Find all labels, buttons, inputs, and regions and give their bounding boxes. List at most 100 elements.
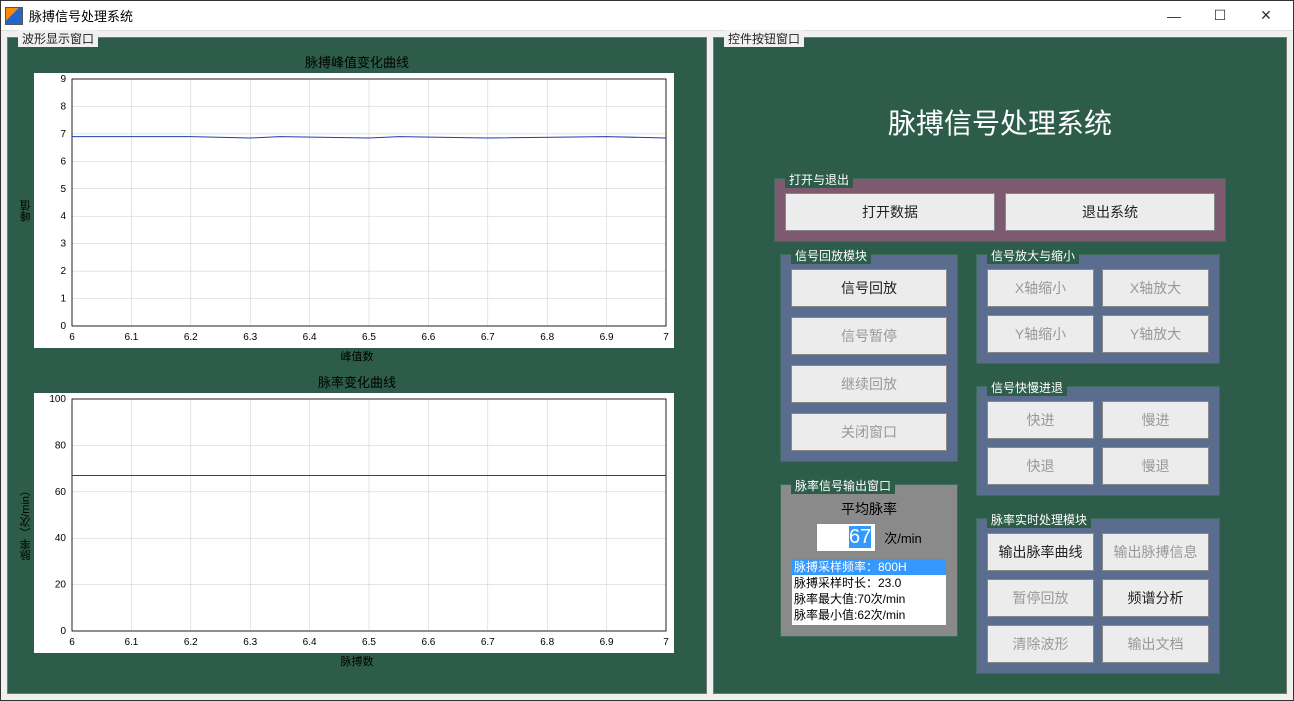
close-window-button[interactable]: 关闭窗口 (791, 413, 947, 451)
open-exit-group: 打开与退出 打开数据 退出系统 (774, 178, 1226, 242)
chart-peak-xlabel: 峰值数 (341, 348, 374, 364)
app-icon (5, 7, 23, 25)
list-item[interactable]: 脉搏采样频率：800H (792, 559, 946, 575)
control-panel-legend: 控件按钮窗口 (724, 30, 804, 47)
y-enlarge-button[interactable]: Y轴放大 (1102, 315, 1209, 353)
chart-rate-title: 脉率变化曲线 (318, 372, 396, 391)
svg-text:6.6: 6.6 (421, 637, 435, 648)
window-title: 脉搏信号处理系统 (29, 6, 133, 25)
spectrum-analysis-button[interactable]: 频谱分析 (1102, 579, 1209, 617)
speed-group: 信号快慢进退 快进 慢进 快退 慢退 (976, 386, 1220, 496)
svg-text:7: 7 (663, 332, 669, 343)
svg-text:9: 9 (60, 74, 66, 85)
playback-legend: 信号回放模块 (791, 247, 871, 264)
svg-text:6.1: 6.1 (124, 637, 138, 648)
svg-text:6: 6 (69, 332, 75, 343)
realtime-legend: 脉率实时处理模块 (987, 511, 1091, 528)
clear-waveform-button[interactable]: 清除波形 (987, 625, 1094, 663)
playback-group: 信号回放模块 信号回放 信号暂停 继续回放 关闭窗口 (780, 254, 958, 462)
info-listbox[interactable]: 脉搏采样频率：800H 脉搏采样时长：23.0 脉率最大值:70次/min 脉率… (791, 558, 947, 626)
output-rate-curve-button[interactable]: 输出脉率曲线 (987, 533, 1094, 571)
svg-text:0: 0 (60, 321, 66, 332)
svg-text:6.9: 6.9 (600, 637, 614, 648)
signal-resume-button[interactable]: 继续回放 (791, 365, 947, 403)
svg-text:6.8: 6.8 (540, 332, 554, 343)
x-shrink-button[interactable]: X轴缩小 (987, 269, 1094, 307)
svg-text:6.6: 6.6 (421, 332, 435, 343)
close-button[interactable]: ✕ (1243, 1, 1289, 31)
y-shrink-button[interactable]: Y轴缩小 (987, 315, 1094, 353)
list-item[interactable]: 脉率最小值:62次/min (792, 607, 946, 623)
svg-text:3: 3 (60, 239, 66, 250)
realtime-group: 脉率实时处理模块 输出脉率曲线 输出脉搏信息 暂停回放 频谱分析 清除波形 输出… (976, 518, 1220, 674)
exit-system-button[interactable]: 退出系统 (1005, 193, 1215, 231)
signal-pause-button[interactable]: 信号暂停 (791, 317, 947, 355)
svg-text:5: 5 (60, 184, 66, 195)
avg-rate-unit: 次/min (884, 528, 922, 547)
svg-text:6.7: 6.7 (481, 637, 495, 648)
svg-text:80: 80 (55, 440, 67, 451)
svg-text:7: 7 (663, 637, 669, 648)
speed-legend: 信号快慢进退 (987, 379, 1067, 396)
output-legend: 脉率信号输出窗口 (791, 477, 895, 494)
chart-rate-wrap: 脉率变化曲线 脉率（次/min） 66.16.26.36.46.56.66.76… (18, 372, 696, 683)
svg-text:6.3: 6.3 (243, 332, 257, 343)
svg-text:4: 4 (60, 211, 66, 222)
avg-rate-value[interactable]: 67 (816, 523, 876, 552)
svg-text:7: 7 (60, 129, 66, 140)
fast-back-button[interactable]: 快退 (987, 447, 1094, 485)
svg-text:6.4: 6.4 (303, 637, 317, 648)
svg-text:100: 100 (49, 394, 66, 405)
svg-text:6.2: 6.2 (184, 637, 198, 648)
svg-text:6.1: 6.1 (124, 332, 138, 343)
svg-text:2: 2 (60, 266, 66, 277)
output-pulse-info-button[interactable]: 输出脉搏信息 (1102, 533, 1209, 571)
chart-rate-ylabel: 脉率（次/min） (18, 485, 34, 561)
pause-playback-button[interactable]: 暂停回放 (987, 579, 1094, 617)
zoom-group: 信号放大与缩小 X轴缩小 X轴放大 Y轴缩小 Y轴放大 (976, 254, 1220, 364)
svg-text:6.4: 6.4 (303, 332, 317, 343)
svg-text:6.3: 6.3 (243, 637, 257, 648)
avg-rate-label: 平均脉率 (791, 499, 947, 519)
slow-forward-button[interactable]: 慢进 (1102, 401, 1209, 439)
svg-text:6: 6 (69, 637, 75, 648)
slow-back-button[interactable]: 慢退 (1102, 447, 1209, 485)
app-window: 脉搏信号处理系统 — ☐ ✕ 波形显示窗口 脉搏峰值变化曲线 峰值 6 6.1 6.… (0, 0, 1294, 701)
output-group: 脉率信号输出窗口 平均脉率 67 次/min 脉搏采样频率：800H 脉搏采样时… (780, 484, 958, 637)
x-enlarge-button[interactable]: X轴放大 (1102, 269, 1209, 307)
titlebar: 脉搏信号处理系统 — ☐ ✕ (1, 1, 1293, 31)
minimize-button[interactable]: — (1151, 1, 1197, 31)
svg-text:8: 8 (60, 101, 66, 112)
chart-rate-xlabel: 脉搏数 (341, 653, 374, 669)
maximize-button[interactable]: ☐ (1197, 1, 1243, 31)
open-data-button[interactable]: 打开数据 (785, 193, 995, 231)
system-title: 脉搏信号处理系统 (724, 102, 1276, 142)
svg-text:0: 0 (60, 626, 66, 637)
chart-peak-wrap: 脉搏峰值变化曲线 峰值 6 6.1 6.2 6.3 6.4 6.5 6.6 6.7 6.8 6.9… (18, 52, 696, 364)
chart-peak-title: 脉搏峰值变化曲线 (305, 52, 409, 71)
waveform-panel-legend: 波形显示窗口 (18, 30, 98, 47)
signal-play-button[interactable]: 信号回放 (791, 269, 947, 307)
svg-text:6: 6 (60, 156, 66, 167)
chart-peak-plot: 6 6.1 6.2 6.3 6.4 6.5 6.6 6.7 6.8 6.9 7 0 1 2 3 4 5 6 7 8 9 (34, 73, 674, 348)
svg-text:40: 40 (55, 533, 67, 544)
waveform-panel: 波形显示窗口 脉搏峰值变化曲线 峰值 66.16.26.36.46.56.66.… (7, 37, 707, 694)
svg-text:6.7: 6.7 (481, 332, 495, 343)
svg-text:6.9: 6.9 (600, 332, 614, 343)
chart-rate-plot: 6 6.1 6.2 6.3 6.4 6.5 6.6 6.7 6.8 6.9 7 0 20 40 60 80 10… (34, 393, 674, 653)
open-exit-legend: 打开与退出 (785, 171, 853, 188)
output-doc-button[interactable]: 输出文档 (1102, 625, 1209, 663)
control-panel: 控件按钮窗口 脉搏信号处理系统 打开与退出 打开数据 退出系统 信号回放模块 信… (713, 37, 1287, 694)
svg-text:6.8: 6.8 (540, 637, 554, 648)
list-item[interactable]: 脉搏采样时长：23.0 (792, 575, 946, 591)
svg-text:6.2: 6.2 (184, 332, 198, 343)
svg-text:6.5: 6.5 (362, 637, 376, 648)
fast-forward-button[interactable]: 快进 (987, 401, 1094, 439)
zoom-legend: 信号放大与缩小 (987, 247, 1079, 264)
list-item[interactable]: 脉率最大值:70次/min (792, 591, 946, 607)
svg-text:6.5: 6.5 (362, 332, 376, 343)
chart-peak-ylabel: 峰值 (18, 200, 34, 222)
svg-text:20: 20 (55, 580, 67, 591)
svg-text:1: 1 (60, 294, 66, 305)
svg-text:60: 60 (55, 487, 67, 498)
